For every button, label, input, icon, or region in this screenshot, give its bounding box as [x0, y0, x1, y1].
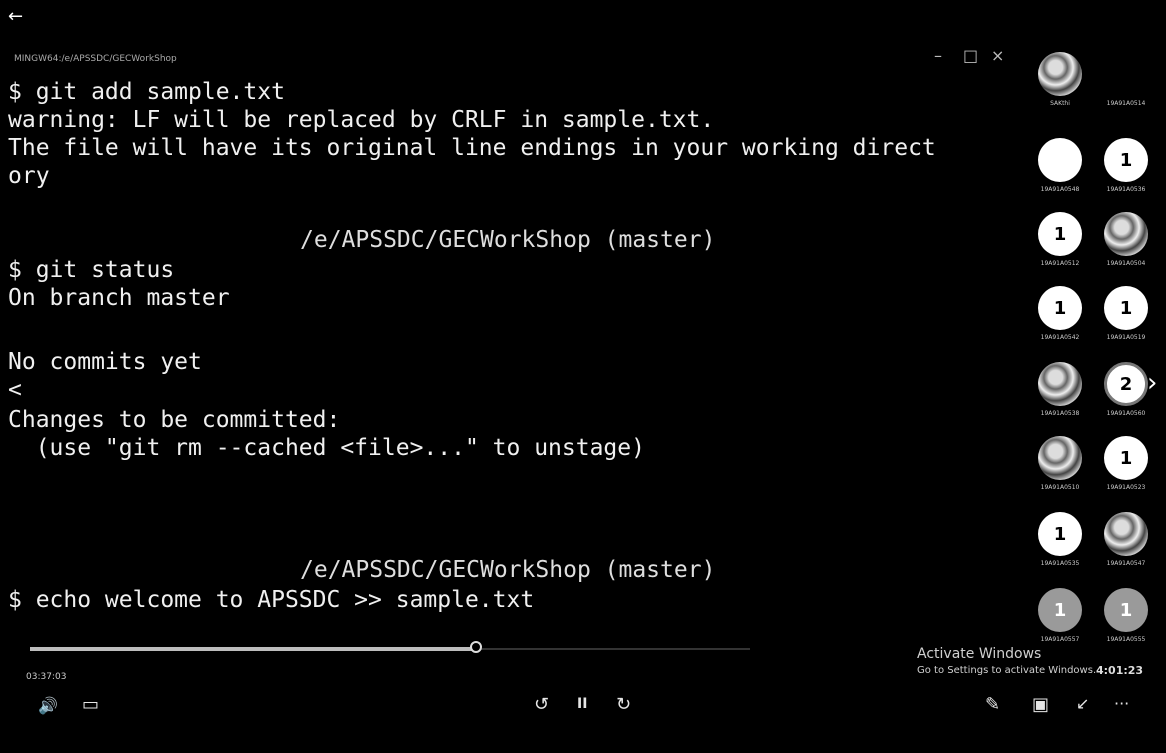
pen-icon[interactable]: ✎ [985, 694, 1000, 715]
participant-name: 19A91A0547 [1106, 560, 1146, 567]
participant-tile[interactable]: 19A91A0538 [1028, 356, 1092, 430]
avatar: 1 [1038, 588, 1082, 632]
terminal-line: $ git add sample.txt [8, 79, 285, 105]
terminal-line: ory [8, 163, 50, 189]
participant-name: 19A91A0504 [1106, 260, 1146, 267]
avatar [1038, 362, 1082, 406]
terminal-line: $ echo welcome to APSSDC >> sample.txt [8, 587, 535, 613]
terminal-line: warning: LF will be replaced by CRLF in … [8, 107, 715, 133]
terminal-line: (use "git rm --cached <file>..." to unst… [8, 435, 645, 461]
watermark-title: Activate Windows [917, 646, 1042, 662]
terminal-window-title: MINGW64:/e/APSSDC/GECWorkShop [14, 54, 177, 64]
participant-tile[interactable]: 1 19A91A0535 [1028, 506, 1092, 580]
avatar: 1 [1104, 436, 1148, 480]
forward-icon[interactable]: ↻ [616, 694, 631, 715]
participant-name: 19A91A0542 [1040, 334, 1080, 341]
participant-name: 19A91A0536 [1106, 186, 1146, 193]
terminal-line: Changes to be committed: [8, 407, 341, 433]
avatar [1104, 52, 1148, 96]
avatar [1104, 212, 1148, 256]
participant-name: 19A91A0512 [1040, 260, 1080, 267]
screen-share-icon[interactable]: ▣ [1032, 694, 1049, 715]
avatar: 1 [1038, 212, 1082, 256]
participant-tile[interactable]: SAKthi [1028, 46, 1092, 120]
participant-name: 19A91A0535 [1040, 560, 1080, 567]
watermark-subtitle: Go to Settings to activate Windows. [917, 665, 1097, 676]
volume-icon[interactable]: 🔊 [38, 696, 58, 715]
avatar [1038, 436, 1082, 480]
pause-icon[interactable]: II [577, 696, 587, 712]
avatar: 2 [1104, 362, 1148, 406]
participant-name: 19A91A0557 [1040, 636, 1080, 643]
terminal-output[interactable]: $ git add sample.txt warning: LF will be… [0, 78, 1015, 633]
seek-bar[interactable] [30, 641, 750, 653]
participant-name: SAKthi [1050, 100, 1070, 107]
maximize-window-icon[interactable]: □ [963, 46, 978, 65]
participant-tile[interactable]: 1 19A91A0519 [1094, 280, 1158, 354]
participant-name: 19A91A0560 [1106, 410, 1146, 417]
participant-tile[interactable]: 1 19A91A0536 [1094, 132, 1158, 206]
avatar [1038, 138, 1082, 182]
seek-fill [30, 647, 477, 651]
participant-tile[interactable]: 1 19A91A0557 [1028, 582, 1092, 656]
more-options-icon[interactable]: ··· [1114, 694, 1129, 713]
back-arrow-icon[interactable]: ← [8, 6, 23, 27]
avatar [1104, 512, 1148, 556]
participant-name: 19A91A0548 [1040, 186, 1080, 193]
avatar [1038, 52, 1082, 96]
close-window-icon[interactable]: × [991, 46, 1004, 65]
participant-name: 19A91A0555 [1106, 636, 1146, 643]
terminal-line: $ git status [8, 257, 175, 283]
avatar: 1 [1104, 588, 1148, 632]
avatar: 1 [1038, 512, 1082, 556]
rewind-icon[interactable]: ↺ [534, 694, 549, 715]
participant-tile[interactable]: 19A91A0504 [1094, 206, 1158, 280]
captions-icon[interactable]: ▭ [82, 694, 99, 715]
participant-tile[interactable]: 19A91A0548 [1028, 132, 1092, 206]
seek-handle[interactable] [470, 641, 483, 653]
participant-name: 19A91A0510 [1040, 484, 1080, 491]
terminal-prompt-path: /e/APSSDC/GECWorkShop (master) [300, 227, 716, 253]
participant-tile[interactable]: 1 19A91A0512 [1028, 206, 1092, 280]
participant-tile[interactable]: 19A91A0547 [1094, 506, 1158, 580]
terminal-prompt-path: /e/APSSDC/GECWorkShop (master) [300, 557, 716, 583]
minimize-icon[interactable]: ↙ [1076, 694, 1089, 713]
terminal-line: No commits yet [8, 349, 202, 375]
participants-panel: SAKthi 19A91A0514 19A91A0548 1 19A91A053… [1024, 46, 1166, 666]
avatar: 1 [1104, 138, 1148, 182]
terminal-line: < [8, 377, 22, 403]
participant-tile[interactable]: 19A91A0514 [1094, 46, 1158, 120]
participant-tile[interactable]: 1 19A91A0555 [1094, 582, 1158, 656]
participant-name: 19A91A0538 [1040, 410, 1080, 417]
terminal-line: On branch master [8, 285, 230, 311]
chevron-right-icon[interactable]: › [1147, 368, 1157, 398]
avatar: 1 [1104, 286, 1148, 330]
elapsed-time: 03:37:03 [26, 672, 67, 682]
participant-tile[interactable]: 1 19A91A0523 [1094, 430, 1158, 504]
clock: 4:01:23 [1096, 664, 1144, 677]
participant-tile[interactable]: 1 19A91A0542 [1028, 280, 1092, 354]
participant-name: 19A91A0519 [1106, 334, 1146, 341]
top-bar: ← [0, 0, 1166, 40]
minimize-window-icon[interactable]: – [934, 46, 942, 65]
participant-tile[interactable]: 19A91A0510 [1028, 430, 1092, 504]
participant-name: 19A91A0523 [1106, 484, 1146, 491]
activate-windows-watermark: Activate Windows Go to Settings to activ… [917, 646, 1096, 676]
avatar: 1 [1038, 286, 1082, 330]
participant-name: 19A91A0514 [1106, 100, 1146, 107]
terminal-line: The file will have its original line end… [8, 135, 936, 161]
